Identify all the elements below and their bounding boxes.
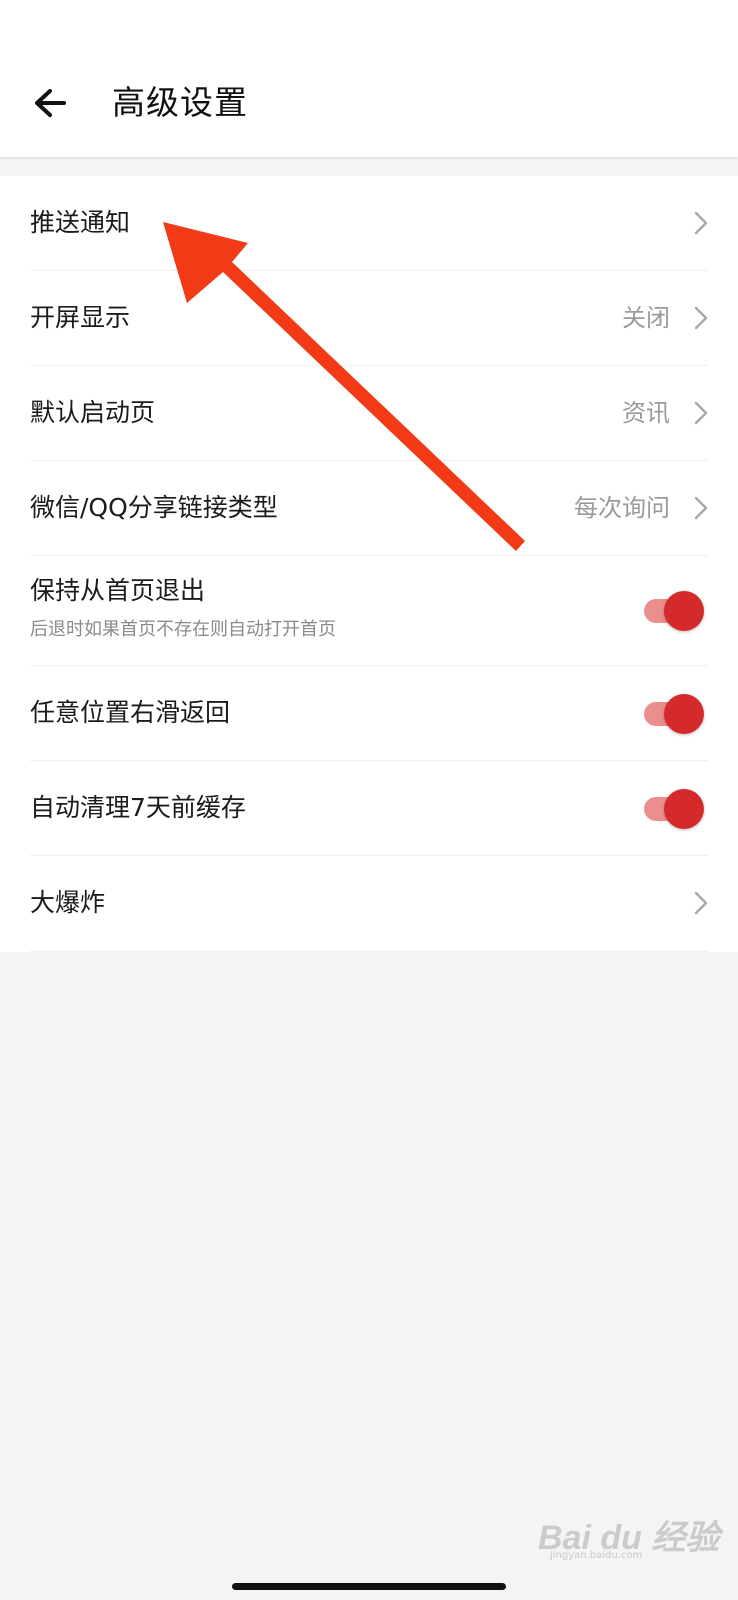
watermark-url: jingyan.baidu.com: [550, 1550, 643, 1561]
setting-row-push-notifications[interactable]: 推送通知: [0, 176, 738, 271]
setting-label: 任意位置右滑返回: [30, 698, 231, 727]
auto-clean-cache-toggle[interactable]: [638, 789, 704, 829]
toggle-knob: [664, 591, 704, 631]
arrow-left-icon: [35, 89, 66, 117]
setting-label: 开屏显示: [30, 303, 131, 332]
setting-row-big-bang[interactable]: 大爆炸: [0, 856, 738, 952]
home-indicator[interactable]: [232, 1583, 506, 1590]
toggle-knob: [664, 694, 704, 734]
setting-row-swipe-back: 任意位置右滑返回: [0, 666, 738, 761]
setting-row-splash-display[interactable]: 开屏显示 关闭: [0, 271, 738, 366]
settings-list: 推送通知 开屏显示 关闭 默认启动页 资讯 微信/QQ分享链接类型 每次询问 保…: [0, 176, 738, 952]
setting-label: 默认启动页: [30, 398, 156, 427]
setting-value: 资讯: [622, 399, 670, 427]
setting-row-default-start-page[interactable]: 默认启动页 资讯: [0, 366, 738, 461]
chevron-right-icon: [694, 891, 708, 915]
setting-label: 自动清理7天前缓存: [30, 793, 246, 822]
setting-row-keep-home-exit: 保持从首页退出 后退时如果首页不存在则自动打开首页: [0, 556, 738, 666]
chevron-right-icon: [694, 496, 708, 520]
setting-label: 推送通知: [30, 208, 131, 237]
swipe-back-toggle[interactable]: [638, 694, 704, 734]
top-app-bar: 高级设置: [0, 0, 738, 157]
setting-value: 每次询问: [574, 494, 670, 522]
setting-label: 保持从首页退出: [30, 576, 206, 605]
keep-home-exit-toggle[interactable]: [638, 591, 704, 631]
setting-row-auto-clean-cache: 自动清理7天前缓存: [0, 761, 738, 856]
divider: [30, 951, 708, 952]
chevron-right-icon: [694, 401, 708, 425]
chevron-right-icon: [694, 306, 708, 330]
setting-label: 微信/QQ分享链接类型: [30, 493, 278, 522]
setting-description: 后退时如果首页不存在则自动打开首页: [30, 619, 336, 640]
back-button[interactable]: [28, 82, 78, 126]
setting-row-share-link-type[interactable]: 微信/QQ分享链接类型 每次询问: [0, 461, 738, 556]
setting-value: 关闭: [622, 304, 670, 332]
setting-label: 大爆炸: [30, 888, 106, 917]
toggle-knob: [664, 789, 704, 829]
chevron-right-icon: [694, 211, 708, 235]
page-title: 高级设置: [112, 83, 248, 122]
baidu-jingyan-watermark: Bai du 经验 jingyan.baidu.com: [538, 1500, 719, 1564]
